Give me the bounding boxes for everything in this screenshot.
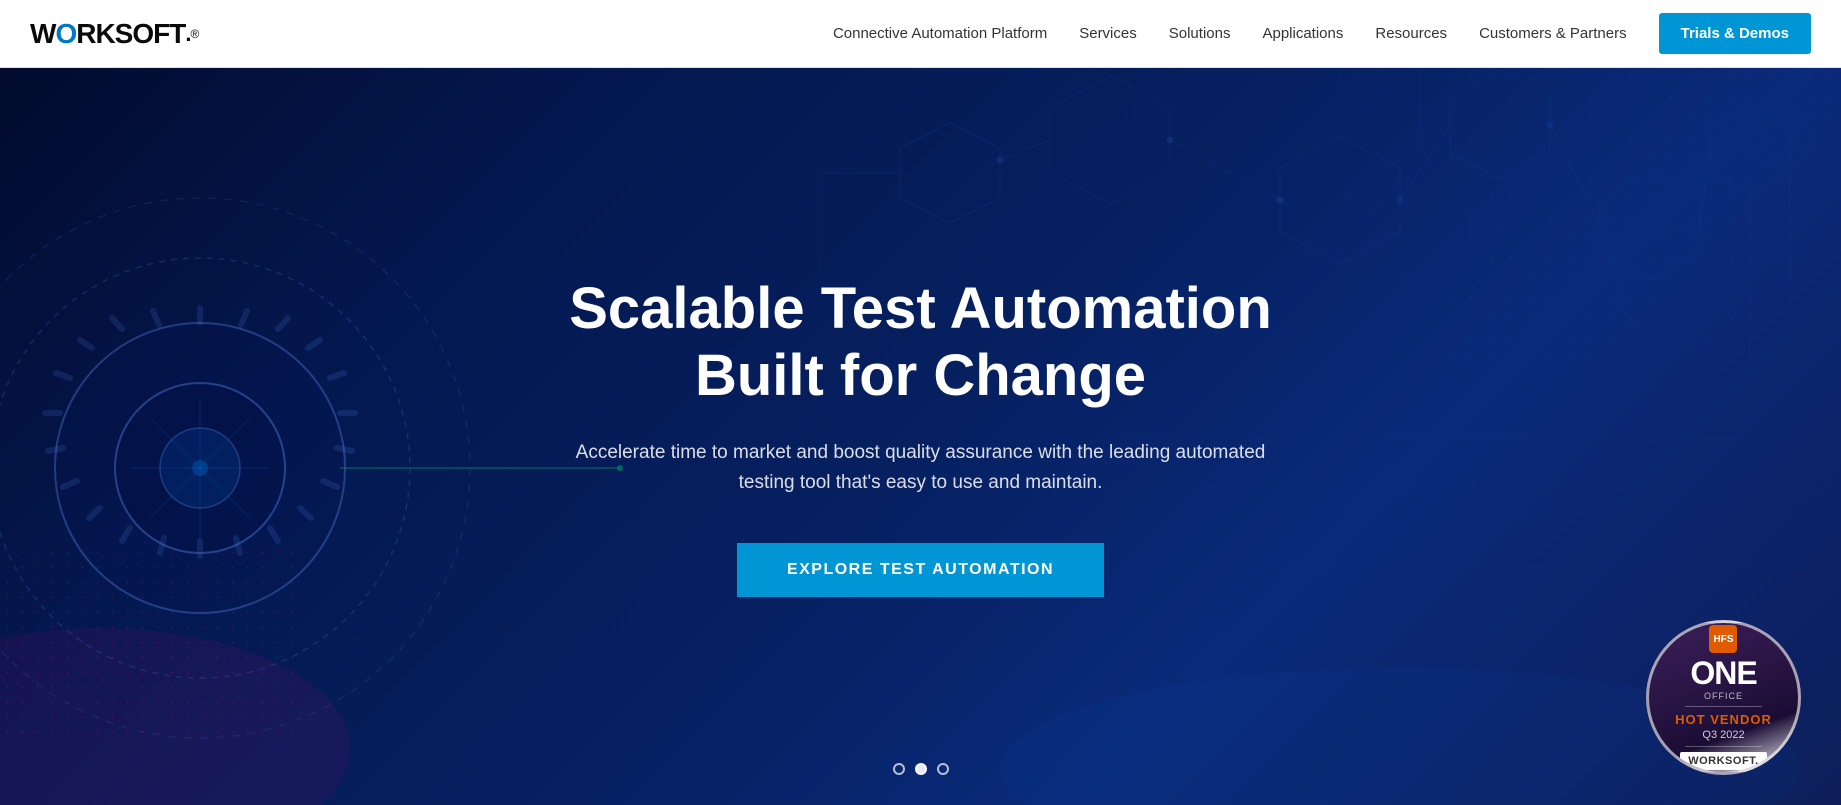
nav-services[interactable]: Services: [1067, 17, 1149, 50]
badge-divider-2: [1685, 746, 1762, 747]
magenta-dots-left: [0, 545, 300, 745]
nav-connective-automation[interactable]: Connective Automation Platform: [821, 17, 1059, 50]
slide-indicators: [893, 763, 949, 775]
hero-subtitle: Accelerate time to market and boost qual…: [546, 438, 1296, 499]
hero-title-line2: Built for Change: [695, 343, 1146, 408]
hero-section: Scalable Test Automation Built for Chang…: [0, 68, 1841, 805]
nav-customers-partners[interactable]: Customers & Partners: [1467, 17, 1639, 50]
site-header: WORKSOFT.® Connective Automation Platfor…: [0, 0, 1841, 68]
badge-inner: HFS ONE office HOT VENDOR Q3 2022 WORKSO…: [1665, 620, 1782, 775]
hero-content: Scalable Test Automation Built for Chang…: [546, 276, 1296, 596]
slide-dot-2[interactable]: [915, 763, 927, 775]
logo-trademark: ®: [190, 27, 198, 41]
nav-applications[interactable]: Applications: [1250, 17, 1355, 50]
trials-demos-button[interactable]: Trials & Demos: [1659, 13, 1811, 54]
award-badge: HFS ONE office HOT VENDOR Q3 2022 WORKSO…: [1646, 620, 1801, 775]
award-badge-container: HFS ONE office HOT VENDOR Q3 2022 WORKSO…: [1646, 620, 1801, 775]
badge-quarter-label: Q3 2022: [1702, 729, 1744, 741]
explore-test-automation-button[interactable]: EXPLORE TEST AUTOMATION: [737, 543, 1104, 597]
nav-solutions[interactable]: Solutions: [1157, 17, 1243, 50]
logo-text: WORKSOFT: [30, 18, 185, 50]
slide-dot-3[interactable]: [937, 763, 949, 775]
site-logo[interactable]: WORKSOFT.®: [30, 18, 198, 50]
badge-one-label: ONE: [1690, 657, 1756, 689]
slide-dot-1[interactable]: [893, 763, 905, 775]
badge-divider: [1685, 706, 1762, 707]
dot-pattern-right: [1441, 68, 1841, 368]
hero-title: Scalable Test Automation Built for Chang…: [546, 276, 1296, 409]
badge-hfs-logo: HFS: [1709, 625, 1737, 653]
badge-hot-vendor-label: HOT VENDOR: [1675, 712, 1772, 727]
main-nav: Connective Automation Platform Services …: [821, 13, 1811, 54]
nav-resources[interactable]: Resources: [1363, 17, 1459, 50]
badge-office-label: office: [1704, 691, 1743, 701]
badge-brand-logo: WORKSOFT.: [1680, 752, 1767, 770]
hero-title-line1: Scalable Test Automation: [569, 276, 1272, 341]
